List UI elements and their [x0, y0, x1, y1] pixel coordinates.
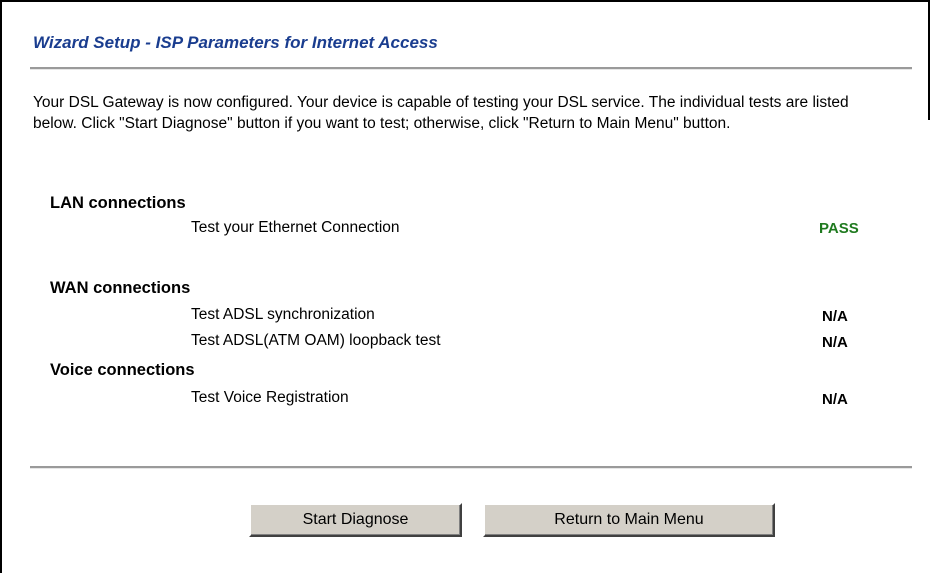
test-adsl-sync-label: Test ADSL synchronization	[191, 306, 375, 323]
test-ethernet-result: PASS	[819, 220, 859, 237]
title-divider	[30, 67, 912, 70]
intro-text: Your DSL Gateway is now configured. Your…	[33, 94, 849, 132]
test-voice-registration-label: Test Voice Registration	[191, 389, 349, 406]
test-adsl-loopback-result: N/A	[822, 334, 848, 351]
return-main-menu-button[interactable]: Return to Main Menu	[483, 503, 775, 537]
footer-divider	[30, 466, 912, 469]
section-voice-title: Voice connections	[50, 361, 195, 379]
test-adsl-loopback-label: Test ADSL(ATM OAM) loopback test	[191, 332, 441, 349]
section-lan-title: LAN connections	[50, 194, 186, 212]
test-ethernet-label: Test your Ethernet Connection	[191, 219, 400, 236]
section-wan-title: WAN connections	[50, 279, 191, 297]
test-voice-registration-result: N/A	[822, 391, 848, 408]
window-top-border	[0, 0, 930, 2]
window-left-border	[0, 0, 2, 573]
test-adsl-sync-result: N/A	[822, 308, 848, 325]
page-title: Wizard Setup - ISP Parameters for Intern…	[33, 33, 438, 52]
start-diagnose-button[interactable]: Start Diagnose	[249, 503, 462, 537]
